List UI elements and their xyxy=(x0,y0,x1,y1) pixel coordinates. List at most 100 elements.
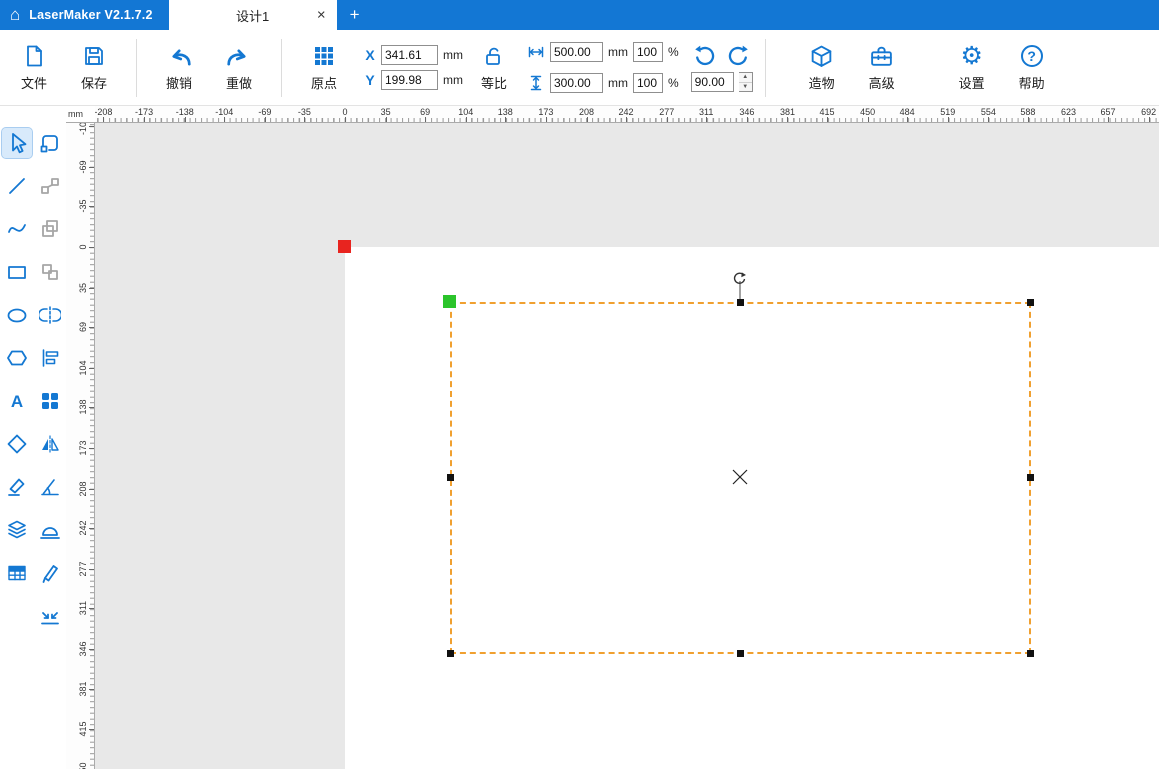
text-icon: A xyxy=(10,392,22,411)
settings-button[interactable]: ⚙ 设置 xyxy=(942,42,1002,92)
toolbox-icon xyxy=(869,43,894,69)
spinner-down-icon[interactable]: ▼ xyxy=(739,83,752,92)
width-icon xyxy=(527,39,545,65)
tool-import[interactable] xyxy=(35,601,65,631)
tool-mirror[interactable] xyxy=(35,300,65,330)
tool-select[interactable] xyxy=(0,126,33,159)
selection-handle-top-left[interactable] xyxy=(443,295,456,308)
origin-button[interactable]: 原点 xyxy=(294,43,354,92)
rotation-controls: ▲ ▼ xyxy=(690,43,753,92)
file-icon xyxy=(22,43,46,69)
undo-button[interactable]: 撤销 xyxy=(149,43,209,92)
selection-handle-bottom-right[interactable] xyxy=(1027,650,1034,657)
ruler-unit-label: mm xyxy=(66,106,95,123)
eraser-icon xyxy=(7,478,24,496)
duplicate-icon xyxy=(41,219,58,237)
svg-text:A: A xyxy=(10,392,22,411)
tool-table[interactable] xyxy=(2,558,32,588)
selection-handle-bottom-left[interactable] xyxy=(447,650,454,657)
tool-laser-pen[interactable] xyxy=(35,558,65,588)
unlock-icon xyxy=(482,43,506,69)
y-axis-label: Y xyxy=(365,72,375,88)
tab-label: 设计1 xyxy=(235,8,270,24)
height-input[interactable] xyxy=(550,73,603,93)
home-icon[interactable]: ⌂ xyxy=(10,0,20,30)
aspect-lock-button[interactable]: 等比 xyxy=(471,43,517,92)
height-percent-input[interactable] xyxy=(633,73,663,93)
help-icon: ? xyxy=(1020,43,1043,69)
group-icon xyxy=(41,263,58,280)
height-icon xyxy=(527,70,545,96)
import-icon xyxy=(40,611,59,624)
align-icon xyxy=(42,348,58,367)
tool-node-edit[interactable] xyxy=(35,171,65,201)
redo-button[interactable]: 重做 xyxy=(209,43,269,92)
position-inputs: X mm Y mm xyxy=(364,45,463,90)
flip-icon xyxy=(41,434,59,453)
spinner-up-icon[interactable]: ▲ xyxy=(738,73,752,83)
node-edit-icon xyxy=(40,177,59,194)
cube-icon xyxy=(809,43,834,69)
width-percent-input[interactable] xyxy=(633,42,663,62)
tab-close-icon[interactable]: × xyxy=(317,8,326,23)
selection-handle-top-right[interactable] xyxy=(1027,299,1034,306)
size-inputs: mm % mm % xyxy=(527,39,679,96)
tool-rectangle[interactable] xyxy=(2,257,32,287)
selection-handle-mid-right[interactable] xyxy=(1027,474,1034,481)
gear-icon: ⚙ xyxy=(960,42,983,70)
table-icon xyxy=(7,565,26,580)
advanced-button[interactable]: 高级 xyxy=(852,43,912,92)
tab-design1[interactable]: 设计1 × xyxy=(168,0,337,30)
lasso-icon xyxy=(40,134,58,152)
layers-icon xyxy=(7,520,26,538)
tool-text[interactable]: A xyxy=(2,386,32,416)
tool-flip[interactable] xyxy=(35,429,65,459)
origin-marker xyxy=(338,240,351,253)
rotate-ccw-icon[interactable] xyxy=(693,43,717,69)
mirror-icon xyxy=(38,305,61,324)
tool-polygon[interactable] xyxy=(2,343,32,373)
file-button[interactable]: 文件 xyxy=(4,43,64,92)
tool-eraser[interactable] xyxy=(2,472,32,502)
tool-ellipse[interactable] xyxy=(2,300,32,330)
tool-line[interactable] xyxy=(2,171,32,201)
selection-handle-top-mid[interactable] xyxy=(737,299,744,306)
y-position-input[interactable] xyxy=(381,70,438,90)
array-icon xyxy=(41,392,58,409)
selection-handle-bottom-mid[interactable] xyxy=(737,650,744,657)
x-axis-label: X xyxy=(365,47,375,63)
maker-button[interactable]: 造物 xyxy=(792,43,852,92)
tool-lasso-select[interactable] xyxy=(35,128,65,158)
tool-weld[interactable] xyxy=(35,515,65,545)
selection-handle-mid-left[interactable] xyxy=(447,474,454,481)
tool-duplicate[interactable] xyxy=(35,214,65,244)
new-tab-button[interactable]: + xyxy=(350,5,360,25)
save-icon xyxy=(82,43,106,69)
tool-diamond[interactable] xyxy=(2,429,32,459)
design-canvas[interactable] xyxy=(95,123,1159,769)
laser-pen-icon xyxy=(42,564,58,583)
app-title: LaserMaker V2.1.7.2 xyxy=(29,8,153,22)
tool-measure[interactable] xyxy=(35,472,65,502)
polygon-icon xyxy=(6,350,27,365)
rotate-cw-icon[interactable] xyxy=(726,43,750,69)
line-icon xyxy=(8,177,25,194)
ellipse-icon xyxy=(7,308,26,322)
rectangle-icon xyxy=(7,265,26,279)
help-button[interactable]: ? 帮助 xyxy=(1002,43,1062,92)
tool-curve[interactable] xyxy=(2,214,32,244)
rotation-input[interactable] xyxy=(690,72,734,92)
toolbar-separator xyxy=(281,38,282,97)
x-position-input[interactable] xyxy=(381,45,438,65)
rotation-spinner[interactable]: ▲ ▼ xyxy=(738,72,753,92)
tool-layers[interactable] xyxy=(2,515,32,545)
tool-group[interactable] xyxy=(35,257,65,287)
v-ruler-minor-ticks xyxy=(90,123,94,769)
curve-icon xyxy=(7,223,26,233)
main-toolbar: 文件 保存 撤销 重做 原点 X 341.61 mm Y 199.98 mm 等… xyxy=(0,30,1159,106)
width-input[interactable] xyxy=(550,42,603,62)
tool-array[interactable] xyxy=(35,386,65,416)
save-button[interactable]: 保存 xyxy=(64,43,124,92)
weld-icon xyxy=(39,526,60,539)
tool-align[interactable] xyxy=(35,343,65,373)
